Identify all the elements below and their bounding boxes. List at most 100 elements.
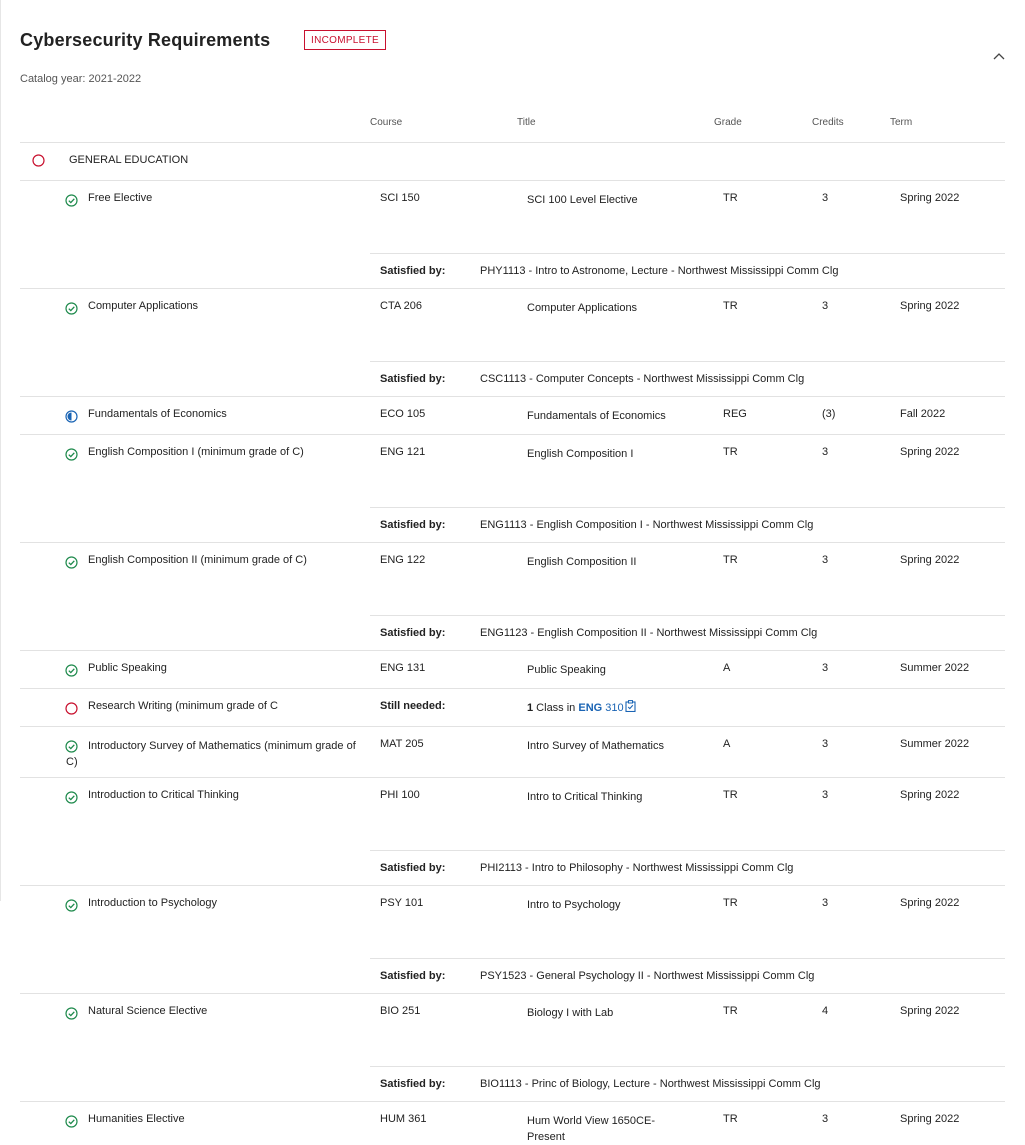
- course-code: CTA 206: [380, 300, 422, 312]
- column-header-grade[interactable]: Grade: [714, 117, 742, 128]
- still-needed-label: Still needed:: [380, 700, 446, 712]
- requirement-name: Introduction to Critical Thinking: [88, 789, 239, 801]
- satisfied-by-course: PHI2113 - Intro to Philosophy - Northwes…: [480, 862, 794, 874]
- requirement-name: Introduction to Psychology: [88, 897, 218, 909]
- column-header-title[interactable]: Title: [517, 117, 536, 128]
- course-grade: TR: [723, 192, 738, 204]
- circle-outline-icon: [32, 154, 45, 167]
- check-circle-icon: [65, 664, 78, 677]
- course-title: Fundamentals of Economics: [527, 410, 666, 422]
- course-grade: TR: [723, 1005, 738, 1017]
- check-circle-icon: [65, 448, 78, 461]
- left-border: [0, 0, 1, 901]
- check-circle-icon: [65, 302, 78, 315]
- requirement-name: Natural Science Elective: [88, 1005, 208, 1017]
- clipboard-check-icon[interactable]: [625, 700, 636, 713]
- course-grade: TR: [723, 300, 738, 312]
- requirement-name: Humanities Elective: [88, 1113, 185, 1125]
- row-divider: [20, 396, 1005, 397]
- course-credits: 4: [822, 1005, 829, 1017]
- course-title: Intro to Critical Thinking: [527, 791, 643, 803]
- course-term: Spring 2022: [900, 1005, 960, 1017]
- sub-row-divider: [370, 850, 1005, 851]
- row-divider: [20, 777, 1005, 778]
- sub-row-divider: [370, 615, 1005, 616]
- check-circle-icon: [65, 556, 78, 569]
- course-grade: TR: [723, 1113, 738, 1125]
- sub-row-divider: [370, 958, 1005, 959]
- requirement-name: Introductory Survey of Mathematics (mini…: [66, 740, 356, 768]
- check-circle-icon: [65, 791, 78, 804]
- satisfied-by-label: Satisfied by:: [380, 627, 446, 639]
- course-code: MAT 205: [380, 738, 424, 750]
- course-title: English Composition I: [527, 448, 634, 460]
- course-credits: 3: [822, 446, 829, 458]
- course-code: SCI 150: [380, 192, 420, 204]
- row-divider: [20, 434, 1005, 435]
- status-badge: INCOMPLETE: [304, 30, 387, 50]
- course-code: ECO 105: [380, 408, 426, 420]
- in-progress-icon: [65, 410, 78, 423]
- course-code: ENG 122: [380, 554, 426, 566]
- course-grade: REG: [723, 408, 747, 420]
- course-term: Spring 2022: [900, 446, 960, 458]
- column-header-term[interactable]: Term: [890, 117, 912, 128]
- requirement-name: Public Speaking: [88, 662, 167, 674]
- course-code: PHI 100: [380, 789, 420, 801]
- course-code: ENG 131: [380, 662, 426, 674]
- requirement-name: Research Writing (minimum grade of C: [88, 700, 278, 712]
- column-header-course[interactable]: Course: [370, 117, 402, 128]
- satisfied-by-label: Satisfied by:: [380, 1078, 446, 1090]
- satisfied-by-course: ENG1123 - English Composition II - North…: [480, 627, 818, 639]
- course-term: Spring 2022: [900, 789, 960, 801]
- course-grade: TR: [723, 554, 738, 566]
- requirement-name: English Composition II (minimum grade of…: [88, 554, 307, 566]
- still-needed-text: 1 Class in ENG 310: [527, 700, 636, 714]
- satisfied-by-course: BIO1113 - Princ of Biology, Lecture - No…: [480, 1078, 821, 1090]
- satisfied-by-course: PSY1523 - General Psychology II - Northw…: [480, 970, 815, 982]
- requirement-name: English Composition I (minimum grade of …: [88, 446, 304, 458]
- row-divider: [20, 993, 1005, 994]
- page-title: Cybersecurity Requirements: [20, 30, 271, 50]
- row-divider: [20, 1101, 1005, 1102]
- section-divider: [20, 180, 1005, 181]
- course-credits: 3: [822, 897, 829, 909]
- row-divider: [20, 650, 1005, 651]
- course-credits: 3: [822, 662, 829, 674]
- course-term: Summer 2022: [900, 662, 970, 674]
- satisfied-by-label: Satisfied by:: [380, 862, 446, 874]
- check-circle-icon: [65, 1115, 78, 1128]
- course-title: Hum World View 1650CE-Present: [527, 1115, 655, 1143]
- section-title[interactable]: GENERAL EDUCATION: [69, 154, 188, 166]
- course-term: Spring 2022: [900, 554, 960, 566]
- course-link-subject[interactable]: ENG: [578, 702, 602, 714]
- satisfied-by-label: Satisfied by:: [380, 373, 446, 385]
- requirement-name: Computer Applications: [88, 300, 199, 312]
- check-circle-icon: [65, 194, 78, 207]
- sub-row-divider: [370, 1066, 1005, 1067]
- course-title: Intro to Psychology: [527, 899, 621, 911]
- column-header-credits[interactable]: Credits: [812, 117, 844, 128]
- row-divider: [20, 688, 1005, 689]
- course-link-number[interactable]: 310: [602, 702, 623, 714]
- course-term: Spring 2022: [900, 300, 960, 312]
- course-grade: A: [723, 662, 731, 674]
- satisfied-by-label: Satisfied by:: [380, 519, 446, 531]
- course-grade: TR: [723, 446, 738, 458]
- course-grade: A: [723, 738, 731, 750]
- course-credits: 3: [822, 554, 829, 566]
- circle-outline-icon: [65, 702, 78, 715]
- row-divider: [20, 288, 1005, 289]
- course-credits: (3): [822, 408, 836, 420]
- satisfied-by-course: CSC1113 - Computer Concepts - Northwest …: [480, 373, 805, 385]
- satisfied-by-label: Satisfied by:: [380, 970, 446, 982]
- course-credits: 3: [822, 789, 829, 801]
- chevron-up-icon[interactable]: [992, 51, 1006, 61]
- course-title: Computer Applications: [527, 302, 638, 314]
- course-credits: 3: [822, 1113, 829, 1125]
- course-term: Spring 2022: [900, 192, 960, 204]
- course-title: SCI 100 Level Elective: [527, 194, 638, 206]
- header-divider: [20, 142, 1005, 143]
- sub-row-divider: [370, 253, 1005, 254]
- row-divider: [20, 885, 1005, 886]
